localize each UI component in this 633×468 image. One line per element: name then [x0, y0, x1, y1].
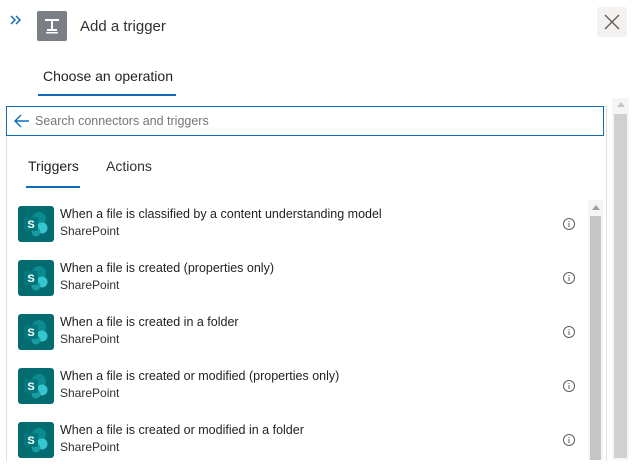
svg-text:S: S — [27, 435, 34, 447]
tab-actions[interactable]: Actions — [106, 158, 152, 174]
triggers-tab-underline — [26, 186, 80, 188]
trigger-icon — [37, 11, 67, 41]
list-scrollbar[interactable] — [588, 200, 603, 460]
list-scrollbar-thumb[interactable] — [590, 216, 601, 460]
info-icon[interactable] — [562, 271, 576, 285]
trigger-title: When a file is created (properties only) — [60, 261, 274, 275]
info-icon[interactable] — [562, 217, 576, 231]
scroll-up-arrow-icon[interactable] — [617, 102, 625, 107]
operation-tab-underline — [38, 94, 176, 96]
trigger-item[interactable]: S When a file is classified by a content… — [18, 206, 588, 252]
trigger-title: When a file is created in a folder — [60, 315, 239, 329]
info-icon[interactable] — [562, 433, 576, 447]
choose-operation-tab[interactable]: Choose an operation — [43, 68, 173, 84]
svg-text:S: S — [27, 273, 34, 285]
sharepoint-icon: S — [18, 260, 54, 296]
trigger-connector: SharePoint — [60, 440, 120, 454]
svg-text:S: S — [27, 219, 34, 231]
expand-panel-icon[interactable] — [8, 12, 24, 28]
panel-scrollbar[interactable] — [612, 98, 629, 460]
trigger-item[interactable]: S When a file is created or modified in … — [18, 422, 588, 468]
scrollbar-thumb[interactable] — [614, 114, 627, 458]
trigger-connector: SharePoint — [60, 386, 120, 400]
sharepoint-icon: S — [18, 368, 54, 404]
trigger-connector: SharePoint — [60, 278, 120, 292]
info-icon[interactable] — [562, 379, 576, 393]
close-icon — [604, 14, 620, 30]
trigger-connector: SharePoint — [60, 332, 120, 346]
trigger-item[interactable]: S When a file is created (properties onl… — [18, 260, 588, 306]
info-icon[interactable] — [562, 325, 576, 339]
back-arrow-icon[interactable] — [13, 113, 31, 129]
close-button[interactable] — [597, 7, 627, 37]
sharepoint-icon: S — [18, 422, 54, 458]
trigger-item[interactable]: S When a file is created or modified (pr… — [18, 368, 588, 414]
panel-title: Add a trigger — [80, 18, 166, 35]
trigger-connector: SharePoint — [60, 224, 120, 238]
tab-triggers[interactable]: Triggers — [28, 158, 79, 174]
trigger-item[interactable]: S When a file is created in a folder Sha… — [18, 314, 588, 360]
svg-text:S: S — [27, 381, 34, 393]
list-scroll-up-arrow-icon[interactable] — [592, 205, 600, 210]
search-box[interactable] — [6, 106, 604, 136]
sharepoint-icon: S — [18, 206, 54, 242]
search-input[interactable] — [35, 111, 575, 131]
sharepoint-icon: S — [18, 314, 54, 350]
trigger-title: When a file is created or modified in a … — [60, 423, 304, 437]
trigger-title: When a file is classified by a content u… — [60, 207, 382, 221]
trigger-title: When a file is created or modified (prop… — [60, 369, 340, 383]
svg-text:S: S — [27, 327, 34, 339]
